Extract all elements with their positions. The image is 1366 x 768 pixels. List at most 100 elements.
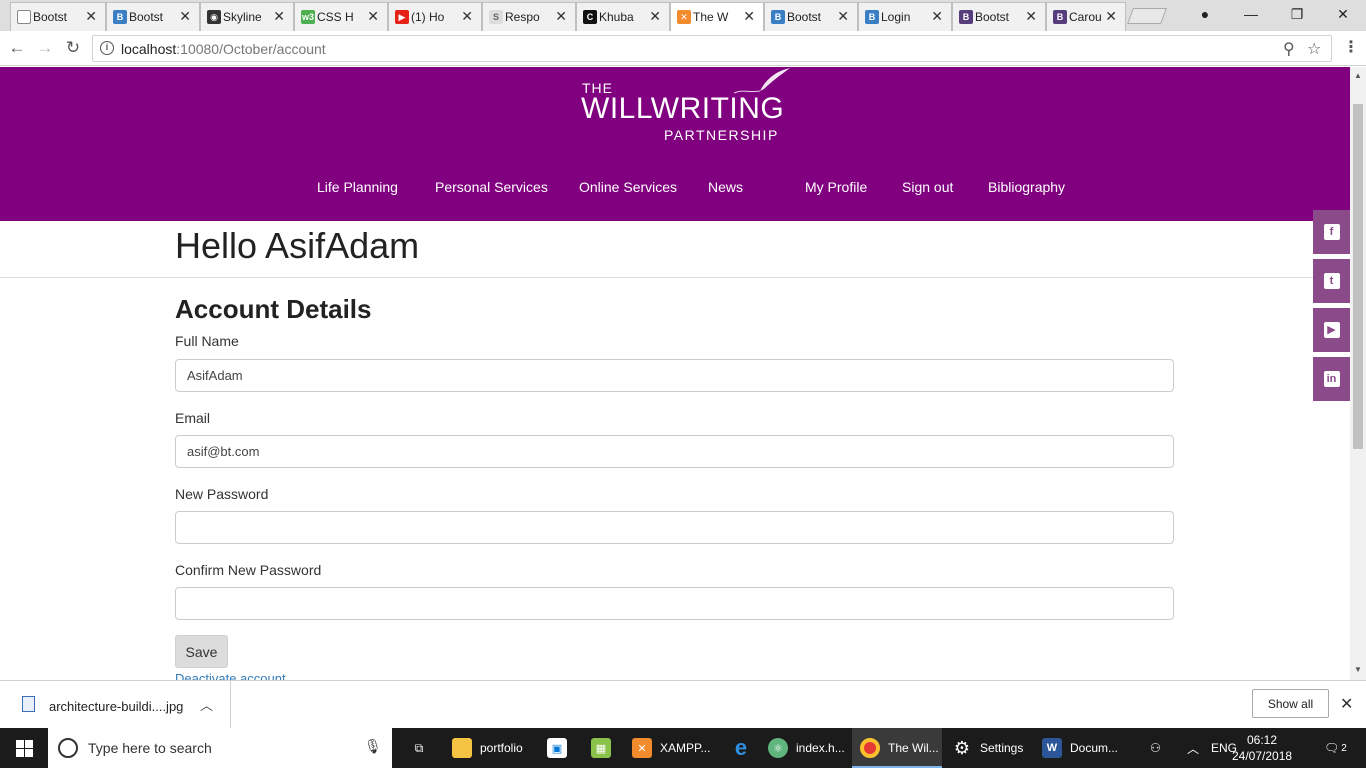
xampp-icon: ✕ — [632, 738, 652, 758]
facebook-button[interactable]: f — [1313, 210, 1350, 254]
start-button[interactable] — [0, 728, 48, 768]
browser-tab[interactable]: ◉ Skyline ✕ — [200, 2, 294, 31]
word-icon: W — [1042, 738, 1062, 758]
scroll-up-icon[interactable]: ▲ — [1354, 71, 1362, 80]
microphone-icon[interactable]: 🎙 — [364, 738, 382, 755]
restore-button[interactable]: ❐ — [1274, 0, 1320, 31]
taskbar-search[interactable]: Type here to search 🎙 — [48, 728, 392, 768]
spreadsheet-app-icon[interactable]: ▦ — [582, 728, 620, 768]
browser-tab-active[interactable]: ✕ The W ✕ — [670, 2, 764, 31]
close-icon[interactable]: ✕ — [555, 8, 567, 25]
full-name-field[interactable] — [175, 359, 1174, 392]
close-icon[interactable]: ✕ — [179, 8, 191, 25]
scroll-down-icon[interactable]: ▼ — [1354, 665, 1362, 674]
profile-icon[interactable]: ● — [1182, 0, 1228, 31]
twitter-button[interactable]: t — [1313, 259, 1350, 303]
linkedin-icon: in — [1323, 371, 1340, 387]
store-icon[interactable]: ▣ — [538, 728, 576, 768]
new-tab-button[interactable] — [1127, 8, 1167, 24]
new-password-field[interactable] — [175, 511, 1174, 544]
youtube-icon: ▶ — [1323, 322, 1340, 338]
deactivate-account-link[interactable]: Deactivate account — [175, 671, 286, 680]
browser-tab[interactable]: B Bootst ✕ — [106, 2, 200, 31]
close-icon[interactable]: ✕ — [367, 8, 379, 25]
browser-tab[interactable]: B Login ✕ — [858, 2, 952, 31]
close-icon[interactable]: ✕ — [743, 8, 755, 25]
confirm-password-field[interactable] — [175, 587, 1174, 620]
taskbar-app-label: XAMPP... — [660, 741, 711, 755]
close-icon[interactable]: ✕ — [931, 8, 943, 25]
scrollbar-thumb[interactable] — [1353, 104, 1363, 449]
browser-tab[interactable]: S Respo ✕ — [482, 2, 576, 31]
close-icon[interactable]: ✕ — [1340, 694, 1353, 714]
browser-tab[interactable]: C Khuba ✕ — [576, 2, 670, 31]
taskbar-app-atom[interactable]: ⚛ index.h... — [764, 728, 852, 768]
taskbar-app-settings[interactable]: ⚙ Settings — [944, 728, 1032, 768]
tab-title: Respo — [505, 10, 540, 24]
quill-icon — [733, 68, 790, 94]
taskbar-app-label: The Wil... — [888, 741, 939, 755]
bookmark-star-icon[interactable]: ☆ — [1307, 39, 1321, 59]
reload-icon[interactable]: ↻ — [61, 36, 85, 60]
close-window-button[interactable]: ✕ — [1320, 0, 1366, 31]
nav-life-planning[interactable]: Life Planning — [317, 179, 398, 195]
clock-time: 06:12 — [1246, 733, 1278, 747]
browser-tab[interactable]: B Carou ✕ — [1046, 2, 1126, 31]
taskbar-app-portfolio[interactable]: portfolio — [444, 728, 532, 768]
url-text[interactable]: localhost:10080/October/account — [121, 41, 326, 57]
back-icon[interactable]: ← — [5, 36, 29, 60]
edge-icon[interactable]: e — [722, 728, 760, 768]
linkedin-button[interactable]: in — [1313, 357, 1350, 401]
browser-toolbar: ← → ↻ i localhost:10080/October/account … — [0, 31, 1366, 66]
task-view-icon[interactable]: ⧉ — [404, 728, 434, 768]
browser-menu-icon[interactable]: ⋮ — [1343, 37, 1359, 57]
forward-icon[interactable]: → — [33, 36, 57, 60]
people-icon[interactable]: ⚇ — [1150, 728, 1161, 768]
close-icon[interactable]: ✕ — [85, 8, 97, 25]
browser-tab[interactable]: ▶ (1) Ho ✕ — [388, 2, 482, 31]
download-file-name: architecture-buildi....jpg — [49, 699, 184, 714]
site-header: THE WILLWRITING PARTNERSHIP Life Plannin… — [0, 67, 1350, 221]
show-all-button[interactable]: Show all — [1252, 689, 1329, 718]
close-icon[interactable]: ✕ — [1025, 8, 1037, 25]
youtube-button[interactable]: ▶ — [1313, 308, 1350, 352]
nav-personal-services[interactable]: Personal Services — [435, 179, 548, 195]
address-bar[interactable]: i localhost:10080/October/account ⚲ ☆ — [92, 35, 1332, 62]
browser-tab[interactable]: Bootst ✕ — [10, 2, 106, 31]
chevron-up-icon[interactable]: ︿ — [200, 695, 213, 714]
close-icon[interactable]: ✕ — [273, 8, 285, 25]
notification-center[interactable]: 🗨 2 — [1324, 728, 1347, 768]
close-icon[interactable]: ✕ — [461, 8, 473, 25]
taskbar-app-chrome[interactable]: The Wil... — [852, 728, 942, 768]
xampp-icon: ✕ — [677, 10, 691, 24]
tab-title: The W — [693, 10, 729, 24]
email-field[interactable] — [175, 435, 1174, 468]
save-button[interactable]: Save — [175, 635, 228, 668]
zoom-search-icon[interactable]: ⚲ — [1283, 39, 1295, 59]
info-icon[interactable]: i — [100, 41, 114, 55]
taskbar-app-label: index.h... — [796, 741, 845, 755]
download-item[interactable]: architecture-buildi....jpg ︿ — [0, 681, 231, 728]
nav-online-services[interactable]: Online Services — [579, 179, 677, 195]
chevron-up-icon[interactable]: ︿ — [1187, 728, 1199, 768]
c-icon: C — [583, 10, 597, 24]
taskbar-app-xampp[interactable]: ✕ XAMPP... — [626, 728, 718, 768]
bootstrap-b-icon: B — [865, 10, 879, 24]
tab-title: Bootst — [33, 10, 68, 24]
tab-title: Bootst — [975, 10, 1010, 24]
close-icon[interactable]: ✕ — [837, 8, 849, 25]
page-scrollbar[interactable]: ▲ ▼ — [1350, 67, 1366, 680]
minimize-button[interactable]: — — [1228, 0, 1274, 31]
browser-tab[interactable]: B Bootst ✕ — [764, 2, 858, 31]
nav-my-profile[interactable]: My Profile — [805, 179, 867, 195]
nav-sign-out[interactable]: Sign out — [902, 179, 953, 195]
notification-icon: 🗨 — [1324, 741, 1340, 755]
close-icon[interactable]: ✕ — [1105, 8, 1117, 25]
browser-tab[interactable]: w3 CSS H ✕ — [294, 2, 388, 31]
close-icon[interactable]: ✕ — [649, 8, 661, 25]
taskbar-app-word[interactable]: W Docum... — [1036, 728, 1130, 768]
clock[interactable]: 06:12 24/07/2018 — [1232, 732, 1292, 764]
browser-tab[interactable]: B Bootst ✕ — [952, 2, 1046, 31]
nav-news[interactable]: News — [708, 179, 743, 195]
nav-bibliography[interactable]: Bibliography — [988, 179, 1065, 195]
